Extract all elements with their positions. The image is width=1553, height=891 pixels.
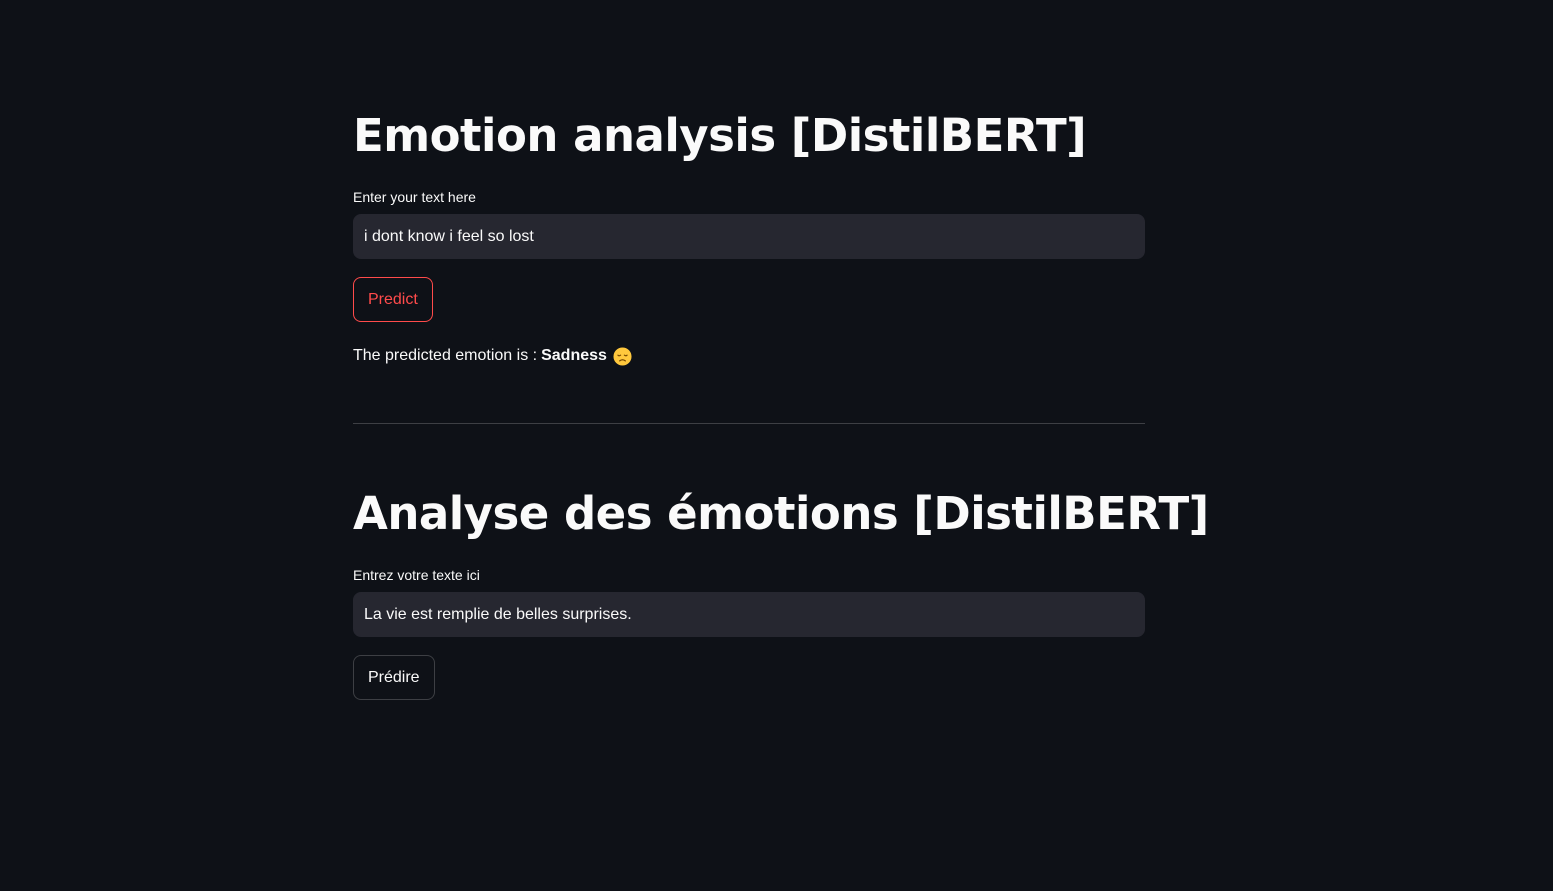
english-title: Emotion analysis [DistilBERT] — [353, 109, 1087, 162]
english-section: Emotion analysis [DistilBERT] Enter your… — [353, 108, 1145, 368]
french-title: Analyse des émotions [DistilBERT] — [353, 487, 1209, 540]
french-input-label: Entrez votre texte ici — [353, 567, 480, 583]
predire-button[interactable]: Prédire — [353, 655, 435, 700]
english-text-input[interactable] — [353, 214, 1145, 259]
result-emotion: Sadness — [541, 347, 607, 364]
disappointed-face-icon — [613, 346, 632, 366]
prediction-result: The predicted emotion is : Sadness — [353, 344, 1145, 368]
french-section: Analyse des émotions [DistilBERT] Entrez… — [353, 486, 1209, 700]
result-prefix: The predicted emotion is : — [353, 347, 538, 364]
english-input-label: Enter your text here — [353, 189, 476, 205]
predict-button[interactable]: Predict — [353, 277, 433, 322]
section-divider — [353, 423, 1145, 424]
french-text-input[interactable] — [353, 592, 1145, 637]
